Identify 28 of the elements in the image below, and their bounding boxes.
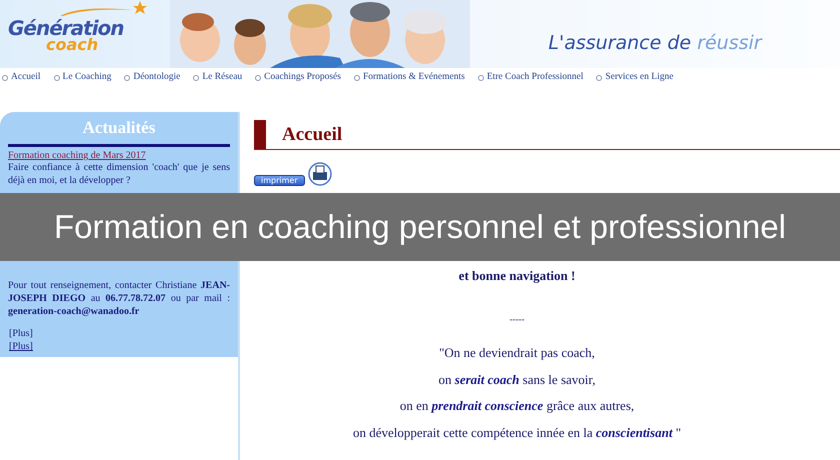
nav-link[interactable]: Déontologie [124,72,180,112]
nav-link[interactable]: Accueil [2,72,41,112]
banner-text: Formation en coaching personnel et professionnel [54,208,786,246]
quote-line: "On ne deviendrait pas coach, [438,344,596,362]
news-title: Actualités [8,118,230,147]
tagline: L'assurance de réussir [548,32,762,54]
printer-icon [306,162,333,186]
separator-text: ----- [510,314,524,324]
nav-link[interactable]: Coachings Proposés [255,72,341,112]
more-link[interactable]: [Plus] [8,340,230,353]
more-link[interactable]: [Plus] [8,327,230,340]
heading-marker [254,120,266,149]
page-heading: Accueil [282,124,342,146]
nav-link[interactable]: Le Réseau [193,72,242,112]
print-button[interactable]: imprimer [254,175,305,186]
quote-line: on en prendrait conscience grâce aux autres, [398,397,636,415]
news-link[interactable]: Formation coaching de Mars 2017 [8,150,230,161]
nav-link[interactable]: Etre Coach Professionnel [478,72,584,112]
logo-subtext: coach [46,38,98,52]
logo-text: Génération [8,18,124,38]
quote-line: on développerait cette compétence innée en la conscientisant " [352,424,682,442]
nav-link[interactable]: Formations & Evénements [354,72,465,112]
quote-line: on serait coach sans le savoir, [438,370,596,388]
news-paragraph: Faire confiance à cette dimension 'coach' que je sens déjà en moi, et la développer ? [8,161,230,187]
welcome-subtext: et bonne navigation ! [458,268,576,284]
news-paragraph: Pour tout renseignement, contacter Christiane JEAN-JOSEPH DIEGO au 06.77.78.72.07 ou par mail : generation-coach@wanadoo.fr [8,279,230,318]
nav-link[interactable]: Le Coaching [54,72,112,112]
nav-link[interactable]: Services en Ligne [596,72,674,112]
